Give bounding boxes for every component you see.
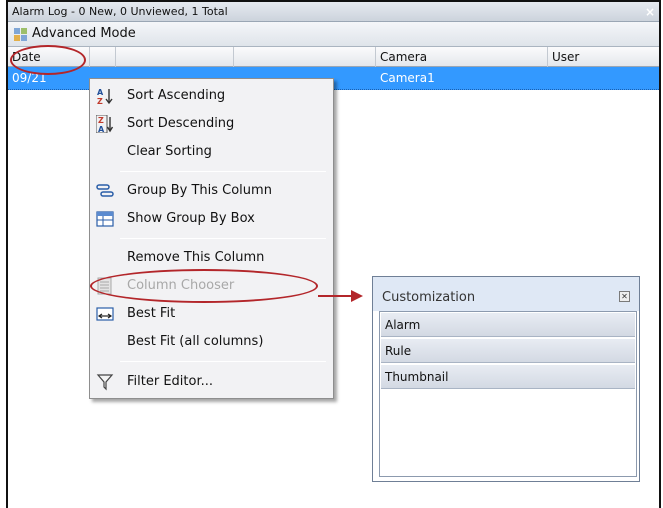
column-chooser-callout <box>90 269 318 303</box>
menu-item-show-group-box[interactable]: Show Group By Box <box>90 206 333 232</box>
menu-item-best-fit[interactable]: Best Fit <box>90 301 333 327</box>
sort-descending-icon: Z A <box>96 115 114 133</box>
sort-ascending-icon: A Z <box>97 88 113 105</box>
menu-item-best-fit-all[interactable]: Best Fit (all columns) <box>90 329 333 355</box>
group-box-icon <box>96 211 114 227</box>
advanced-mode-button[interactable]: Advanced Mode <box>32 26 136 41</box>
menu-item-sort-ascending[interactable]: A Z Sort Ascending <box>90 83 333 109</box>
menu-item-group-by-column[interactable]: Group By This Column <box>90 178 333 204</box>
callout-arrow-icon <box>351 290 363 302</box>
date-header-callout <box>10 45 86 75</box>
column-header-user[interactable]: User <box>548 47 659 67</box>
column-header-4[interactable] <box>234 47 376 67</box>
column-header-3[interactable] <box>116 47 234 67</box>
window-title: Alarm Log - 0 New, 0 Unviewed, 1 Total <box>12 5 228 18</box>
customization-panel: Customization ✕ Alarm Rule Thumbnail <box>372 276 640 482</box>
callout-arrow-line <box>318 295 354 297</box>
grid-header: Date Camera User <box>8 47 659 67</box>
customization-title: Customization <box>382 290 476 305</box>
menu-item-clear-sorting[interactable]: Clear Sorting <box>90 139 333 165</box>
toolbar: Advanced Mode <box>8 22 659 47</box>
close-icon[interactable]: × <box>643 2 657 22</box>
cell-camera: Camera1 <box>380 71 435 85</box>
svg-text:Z: Z <box>98 116 104 125</box>
window-titlebar: Alarm Log - 0 New, 0 Unviewed, 1 Total × <box>8 2 659 22</box>
svg-text:Z: Z <box>97 97 103 105</box>
menu-separator <box>120 171 326 172</box>
menu-item-sort-descending[interactable]: Z A Sort Descending <box>90 111 333 137</box>
menu-item-remove-column[interactable]: Remove This Column <box>90 245 333 271</box>
list-item[interactable]: Thumbnail <box>381 365 635 389</box>
best-fit-icon <box>96 307 114 321</box>
group-by-icon <box>96 184 114 197</box>
menu-separator <box>120 238 326 239</box>
menu-item-filter-editor[interactable]: Filter Editor... <box>90 369 333 395</box>
customization-header: Customization ✕ <box>373 277 639 311</box>
close-icon[interactable]: ✕ <box>619 291 630 302</box>
menu-separator <box>120 361 326 362</box>
column-header-camera[interactable]: Camera <box>376 47 548 67</box>
column-context-menu: A Z Sort Ascending Z A Sort Descending C… <box>89 78 334 399</box>
advanced-mode-icon <box>14 28 27 41</box>
column-header-2[interactable] <box>90 47 116 67</box>
svg-text:A: A <box>98 125 105 133</box>
hidden-columns-list: Alarm Rule Thumbnail <box>379 311 637 477</box>
filter-icon <box>96 374 114 391</box>
svg-text:A: A <box>97 88 104 97</box>
list-item[interactable]: Alarm <box>381 313 635 337</box>
list-item[interactable]: Rule <box>381 339 635 363</box>
